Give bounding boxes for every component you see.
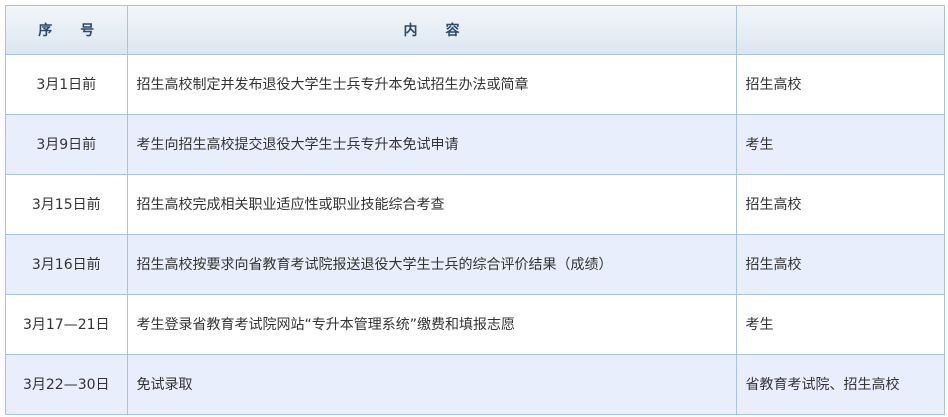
- row-responsible: 招生高校: [736, 174, 944, 235]
- header-serial-number: 序 号: [6, 6, 128, 55]
- row-date: 3月9日前: [6, 114, 128, 175]
- table-row: 3月22—30日 免试录取 省教育考试院、招生高校: [6, 354, 944, 414]
- row-responsible: 省教育考试院、招生高校: [736, 354, 944, 414]
- table-header-row: 序 号 内 容: [6, 6, 944, 55]
- row-date: 3月22—30日: [6, 354, 128, 414]
- row-responsible: 招生高校: [736, 54, 944, 115]
- row-content: 考生登录省教育考试院网站“专升本管理系统”缴费和填报志愿: [127, 294, 737, 355]
- row-responsible: 考生: [736, 294, 944, 355]
- row-responsible: 招生高校: [736, 234, 944, 295]
- row-date: 3月1日前: [6, 54, 128, 115]
- table-row: 3月15日前 招生高校完成相关职业适应性或职业技能综合考查 招生高校: [6, 174, 944, 235]
- row-date: 3月16日前: [6, 234, 128, 295]
- schedule-table-container: 序 号 内 容 3月1日前 招生高校制定并发布退役大学生士兵专升本免试招生办法或…: [5, 5, 945, 415]
- header-content: 内 容: [127, 6, 737, 55]
- row-content: 招生高校按要求向省教育考试院报送退役大学生士兵的综合评价结果（成绩）: [127, 234, 737, 295]
- table-row: 3月16日前 招生高校按要求向省教育考试院报送退役大学生士兵的综合评价结果（成绩…: [6, 234, 944, 295]
- table-row: 3月9日前 考生向招生高校提交退役大学生士兵专升本免试申请 考生: [6, 114, 944, 175]
- table-row: 3月17—21日 考生登录省教育考试院网站“专升本管理系统”缴费和填报志愿 考生: [6, 294, 944, 355]
- row-date: 3月17—21日: [6, 294, 128, 355]
- row-content: 招生高校完成相关职业适应性或职业技能综合考查: [127, 174, 737, 235]
- header-responsible: [736, 6, 944, 55]
- table-row: 3月1日前 招生高校制定并发布退役大学生士兵专升本免试招生办法或简章 招生高校: [6, 54, 944, 115]
- row-content: 免试录取: [127, 354, 737, 414]
- row-content: 考生向招生高校提交退役大学生士兵专升本免试申请: [127, 114, 737, 175]
- schedule-table: 序 号 内 容 3月1日前 招生高校制定并发布退役大学生士兵专升本免试招生办法或…: [6, 6, 944, 414]
- row-responsible: 考生: [736, 114, 944, 175]
- row-content: 招生高校制定并发布退役大学生士兵专升本免试招生办法或简章: [127, 54, 737, 115]
- row-date: 3月15日前: [6, 174, 128, 235]
